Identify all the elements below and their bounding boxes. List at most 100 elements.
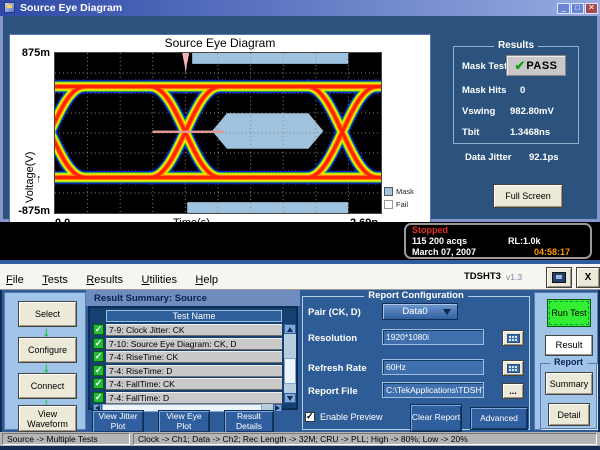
pair-label: Pair (CK, D) bbox=[308, 307, 361, 318]
table-row[interactable]: 7-10: Source Eye Diagram: CK, D bbox=[106, 338, 282, 350]
y-axis-arrow-icon: ↑ bbox=[36, 173, 42, 185]
main-panel: Select ↓ Configure ↓ Connect ↓ View Wave… bbox=[0, 290, 600, 432]
app-name: TDSHT3 bbox=[464, 271, 501, 282]
menu-utilities[interactable]: Utilities bbox=[142, 274, 177, 286]
summary-title: Result Summary: Source bbox=[94, 293, 207, 304]
fail-legend-label: Fail bbox=[396, 200, 408, 209]
scope-display-strip: Stopped 115 200 acqs RL:1.0k March 07, 2… bbox=[0, 222, 600, 260]
table-row[interactable]: 7-4: RiseTime: CK bbox=[106, 351, 282, 363]
tbit-label: Tbit bbox=[462, 127, 479, 138]
eye-diagram-plot bbox=[54, 52, 382, 214]
table-row[interactable]: 7-4: FallTime: CK bbox=[106, 378, 282, 390]
down-arrow-icon: ↓ bbox=[43, 326, 50, 337]
full-screen-button[interactable]: Full Screen bbox=[493, 184, 563, 208]
mask-bottom-bar bbox=[187, 202, 348, 213]
view-waveform-button[interactable]: View Waveform bbox=[18, 405, 77, 432]
enable-preview-checkbox[interactable]: ✓ bbox=[305, 412, 315, 422]
status-right: Clock -> Ch1; Data -> Ch2; Rec Length ->… bbox=[133, 433, 597, 445]
pass-label: PASS bbox=[526, 60, 557, 72]
enable-preview-label: Enable Preview bbox=[320, 412, 383, 422]
table-row[interactable]: 7-4: RiseTime: D bbox=[106, 365, 282, 377]
pass-check-icon: ✓ bbox=[93, 324, 104, 335]
view-eye-plot-button[interactable]: View Eye Plot bbox=[158, 410, 210, 433]
menu-tests[interactable]: Tests bbox=[42, 274, 68, 286]
app-version: v1.3 bbox=[506, 272, 522, 282]
record-length: RL:1.0k bbox=[508, 236, 541, 246]
menu-file[interactable]: File bbox=[6, 274, 24, 286]
report-groupbox: Report Summary Detail bbox=[540, 363, 597, 429]
y-axis-title: Voltage(V) bbox=[24, 93, 36, 203]
maximize-button[interactable]: □ bbox=[571, 3, 584, 14]
mask-top-bar bbox=[192, 53, 348, 64]
refresh-rate-field[interactable]: 60Hz bbox=[382, 359, 484, 375]
resolution-field[interactable]: 1920*1080i bbox=[382, 329, 484, 345]
refresh-keypad-button[interactable] bbox=[502, 360, 524, 376]
scope-time: 04:58:17 bbox=[534, 247, 570, 257]
pass-badge: ✔ PASS bbox=[506, 55, 566, 76]
scrollbar-thumb[interactable] bbox=[284, 358, 296, 384]
check-icon: ✓ bbox=[306, 411, 314, 422]
pass-check-icon: ✓ bbox=[93, 365, 104, 376]
menu-bar: File Tests Results Utilities Help TDSHT3… bbox=[0, 264, 600, 290]
eye-diagram-window: Source Eye Diagram 875m -875m Voltage(V)… bbox=[0, 16, 600, 222]
y-axis-min: -875m bbox=[10, 205, 50, 217]
scroll-right-icon[interactable] bbox=[273, 404, 282, 412]
data-jitter-value: 92.1ps bbox=[529, 152, 559, 163]
report-config-title: Report Configuration bbox=[364, 290, 468, 301]
table-header: Test Name bbox=[106, 310, 282, 322]
detail-button[interactable]: Detail bbox=[548, 403, 590, 426]
acquisition-state: Stopped bbox=[412, 225, 448, 235]
pass-check-icon: ✓ bbox=[93, 392, 104, 403]
legend: Mask Fail bbox=[384, 187, 414, 209]
resolution-keypad-button[interactable] bbox=[502, 330, 524, 346]
close-icon[interactable]: ✕ bbox=[585, 3, 598, 14]
status-bar: Source -> Multiple Tests Clock -> Ch1; D… bbox=[0, 432, 600, 446]
summary-button[interactable]: Summary bbox=[545, 372, 593, 395]
plot-title: Source Eye Diagram bbox=[10, 36, 430, 50]
run-test-button[interactable]: Run Test bbox=[547, 299, 591, 327]
pass-check-icon: ✓ bbox=[93, 338, 104, 349]
table-row[interactable]: 7-4: FallTime: D bbox=[106, 392, 282, 404]
app-close-button[interactable]: X bbox=[576, 267, 600, 288]
refresh-rate-label: Refresh Rate bbox=[308, 363, 367, 374]
window-icon bbox=[4, 2, 15, 13]
status-left: Source -> Multiple Tests bbox=[2, 433, 130, 445]
report-file-field[interactable]: C:\TekApplications\TDSHT bbox=[382, 382, 484, 398]
result-details-button[interactable]: Result Details bbox=[224, 410, 274, 433]
scroll-down-icon[interactable] bbox=[284, 393, 296, 403]
menu-results[interactable]: Results bbox=[86, 274, 123, 286]
mask-hexagon bbox=[212, 113, 323, 149]
clear-report-button[interactable]: Clear Report bbox=[410, 404, 462, 432]
down-arrow-icon: ↓ bbox=[43, 362, 50, 373]
pair-value: Data0 bbox=[383, 306, 447, 317]
pair-dropdown[interactable]: Data0 bbox=[382, 303, 458, 320]
view-jitter-plot-button[interactable]: View Jitter Plot bbox=[92, 410, 144, 433]
advanced-button[interactable]: Advanced bbox=[470, 407, 528, 430]
result-button[interactable]: Result bbox=[545, 335, 593, 356]
test-table: ✓ ✓ ✓ ✓ ✓ ✓ Test Name 7-9: Clock Jitter:… bbox=[88, 306, 298, 410]
window-titlebar[interactable]: Source Eye Diagram _ □ ✕ bbox=[0, 0, 600, 16]
mask-hits-label: Mask Hits bbox=[462, 85, 506, 96]
app-window-button[interactable] bbox=[546, 267, 572, 288]
table-row[interactable]: 7-9: Clock Jitter: CK bbox=[106, 324, 282, 336]
results-title: Results bbox=[494, 40, 538, 51]
scope-date: March 07, 2007 bbox=[412, 247, 476, 257]
window-title: Source Eye Diagram bbox=[20, 2, 122, 14]
pass-check-icon: ✓ bbox=[93, 378, 104, 389]
pass-check-icon: ✓ bbox=[93, 351, 104, 362]
vswing-label: Vswing bbox=[462, 106, 495, 117]
reference-marker bbox=[182, 53, 189, 74]
minimize-button[interactable]: _ bbox=[557, 3, 570, 14]
menu-help[interactable]: Help bbox=[195, 274, 218, 286]
mask-legend-swatch bbox=[384, 187, 393, 196]
action-sidebar: Run Test Result Report Summary Detail bbox=[534, 292, 598, 430]
y-axis-max: 875m bbox=[10, 47, 50, 59]
app-window-icon bbox=[552, 272, 566, 283]
fail-legend-swatch bbox=[384, 200, 393, 209]
scroll-up-icon[interactable] bbox=[284, 324, 296, 334]
workflow-sidebar: Select ↓ Configure ↓ Connect ↓ View Wave… bbox=[4, 292, 86, 430]
pass-check-icon: ✔ bbox=[514, 58, 525, 74]
vertical-scrollbar[interactable] bbox=[284, 324, 296, 403]
browse-button[interactable]: ... bbox=[502, 383, 524, 399]
mask-hits-value: 0 bbox=[520, 85, 525, 96]
